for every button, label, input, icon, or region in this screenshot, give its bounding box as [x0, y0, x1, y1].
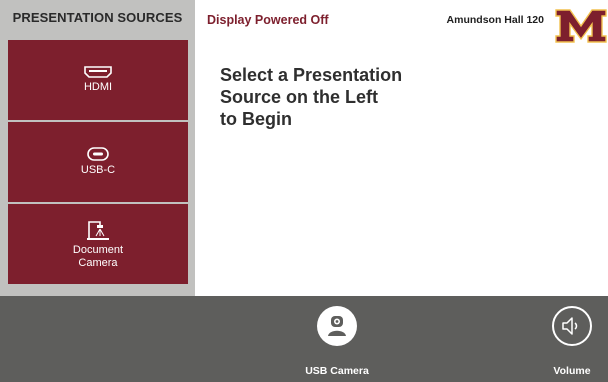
- document-camera-icon: [86, 219, 110, 241]
- usb-camera-button[interactable]: USB Camera: [297, 306, 377, 377]
- sidebar-title: PRESENTATION SOURCES: [12, 9, 183, 25]
- prompt-line: Select a Presentation: [220, 65, 403, 85]
- webcam-icon: [317, 306, 357, 346]
- speaker-icon: [552, 306, 592, 346]
- usb-camera-label: USB Camera: [305, 365, 369, 377]
- source-button-document-camera[interactable]: Document Camera: [8, 204, 188, 284]
- source-label-usb-c: USB-C: [80, 164, 116, 176]
- prompt-line: to Begin: [220, 109, 292, 129]
- display-status: Display Powered Off: [207, 13, 329, 27]
- volume-button[interactable]: Volume: [536, 306, 608, 377]
- usb-c-icon: [87, 147, 109, 161]
- prompt-line: Source on the Left: [220, 87, 379, 107]
- source-label-hdmi: HDMI: [83, 81, 113, 93]
- room-name: Amundson Hall 120: [446, 14, 544, 26]
- source-button-usb-c[interactable]: USB-C: [8, 122, 188, 202]
- instruction-prompt: Select a Presentation Source on the Left…: [220, 64, 460, 130]
- source-button-hdmi[interactable]: HDMI: [8, 40, 188, 120]
- source-label-document-camera: Document Camera: [72, 243, 124, 269]
- volume-label: Volume: [553, 365, 591, 377]
- block-m-logo: [554, 4, 608, 44]
- hdmi-icon: [84, 66, 112, 78]
